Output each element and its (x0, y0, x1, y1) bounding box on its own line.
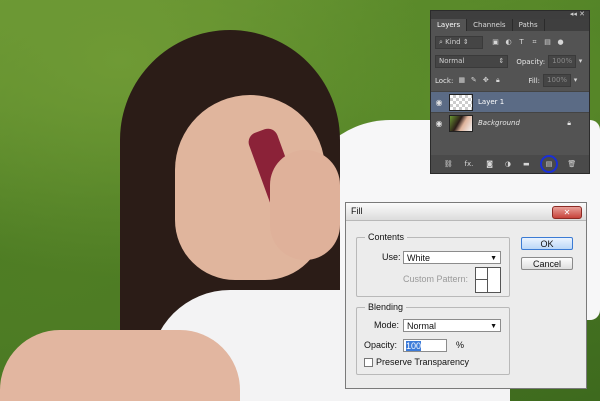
pattern-picker (475, 267, 501, 293)
blend-row: Normal ⇕ Opacity: 100% ▾ (435, 55, 585, 68)
updown-icon: ⇕ (462, 38, 469, 46)
filter-row: ⌕ Kind ⇕ ▣ ◐ T ⌗ ▤ ● (435, 36, 585, 49)
tab-channels[interactable]: Channels (467, 19, 513, 31)
panel-topbar: ◂◂ ✕ (431, 10, 589, 19)
tab-paths[interactable]: Paths (513, 19, 545, 31)
mask-icon[interactable]: ◙ (485, 160, 494, 169)
updown-icon: ⇕ (498, 57, 505, 65)
layers-panel: ◂◂ ✕ Layers Channels Paths ⌕ Kind ⇕ ▣ ◐ … (430, 10, 590, 174)
lock-icon: 🔒︎ (567, 118, 571, 127)
lock-row: Lock: ▦ ✎ ✥ 🔒︎ Fill: 100% ▾ (435, 74, 585, 87)
layer-row-layer-1[interactable]: ◉ Layer 1 (431, 91, 589, 112)
lock-all-icon[interactable]: 🔒︎ (493, 76, 502, 85)
lock-move-icon[interactable]: ✥ (481, 76, 490, 85)
dropdown-arrow-icon[interactable]: ▾ (576, 57, 585, 66)
dropdown-arrow-icon[interactable]: ▾ (571, 76, 580, 85)
type-filter-icon[interactable]: T (517, 38, 526, 47)
use-select[interactable]: White ▼ (403, 251, 501, 264)
kind-filter[interactable]: ⌕ Kind ⇕ (435, 36, 483, 49)
opacity-input[interactable]: 100 (403, 339, 447, 352)
kind-label: Kind (445, 38, 461, 46)
blend-mode-select[interactable]: Normal ⇕ (435, 55, 509, 68)
photo-arm (0, 330, 240, 401)
fx-icon[interactable]: fx. (462, 160, 476, 169)
panel-tabs: Layers Channels Paths (431, 19, 589, 31)
opacity-label: Opacity: (364, 340, 398, 350)
mode-label: Mode: (374, 320, 400, 330)
opacity-label: Opacity: (516, 57, 546, 66)
eye-icon[interactable]: ◉ (431, 119, 447, 128)
cancel-button[interactable]: Cancel (521, 257, 573, 270)
panel-controls[interactable]: ◂◂ ✕ (570, 10, 585, 18)
dialog-title: Fill (346, 203, 586, 221)
tab-layers[interactable]: Layers (431, 19, 468, 31)
folder-icon[interactable]: ▬ (522, 160, 531, 169)
layers-bottom-bar: ⛓ fx. ◙ ◑ ▬ ▤ 🗑︎ (431, 155, 589, 173)
filter-toggle-icon[interactable]: ● (556, 38, 565, 47)
fill-field[interactable]: 100% (543, 74, 572, 87)
fill-label: Fill: (528, 76, 541, 85)
search-icon: ⌕ (439, 38, 443, 46)
preserve-transparency-checkbox[interactable] (364, 358, 373, 367)
layer-thumbnail (449, 114, 473, 132)
layer-name: Background (478, 119, 520, 127)
lock-transparent-icon[interactable]: ▦ (457, 76, 466, 85)
adjustment-icon[interactable]: ◑ (503, 160, 512, 169)
contents-group: Contents Use: White ▼ Custom Pattern: (356, 232, 510, 297)
percent-label: % (456, 340, 465, 350)
layer-thumbnail (449, 93, 473, 111)
fill-dialog: Fill ✕ Contents Use: White ▼ Custom Patt… (345, 202, 587, 389)
new-layer-highlight: ▤ (540, 155, 559, 173)
blending-group: Blending Mode: Normal ▼ Opacity: 100 % P… (356, 302, 510, 375)
ok-button[interactable]: OK (521, 237, 573, 250)
use-label: Use: (382, 252, 401, 262)
dropdown-arrow-icon: ▼ (490, 255, 497, 262)
adjustment-filter-icon[interactable]: ◐ (504, 38, 513, 47)
new-layer-icon[interactable]: ▤ (545, 160, 554, 169)
mode-select[interactable]: Normal ▼ (403, 319, 501, 332)
preserve-transparency-label: Preserve Transparency (376, 357, 470, 367)
close-button[interactable]: ✕ (552, 206, 582, 219)
blending-label: Blending (365, 302, 407, 312)
layer-name: Layer 1 (478, 98, 505, 106)
smart-object-filter-icon[interactable]: ▤ (543, 38, 552, 47)
contents-label: Contents (365, 232, 408, 242)
layer-row-background[interactable]: ◉ Background 🔒︎ (431, 112, 589, 133)
custom-pattern-label: Custom Pattern: (403, 274, 469, 284)
pixel-filter-icon[interactable]: ▣ (491, 38, 500, 47)
lock-paint-icon[interactable]: ✎ (469, 76, 478, 85)
trash-icon[interactable]: 🗑︎ (567, 160, 576, 169)
lock-label: Lock: (435, 76, 454, 85)
opacity-field[interactable]: 100% (548, 55, 577, 68)
photo-hand (270, 150, 340, 260)
eye-icon[interactable]: ◉ (431, 98, 447, 107)
link-icon[interactable]: ⛓ (444, 160, 453, 169)
dropdown-arrow-icon: ▼ (490, 323, 497, 330)
shape-filter-icon[interactable]: ⌗ (530, 38, 539, 47)
